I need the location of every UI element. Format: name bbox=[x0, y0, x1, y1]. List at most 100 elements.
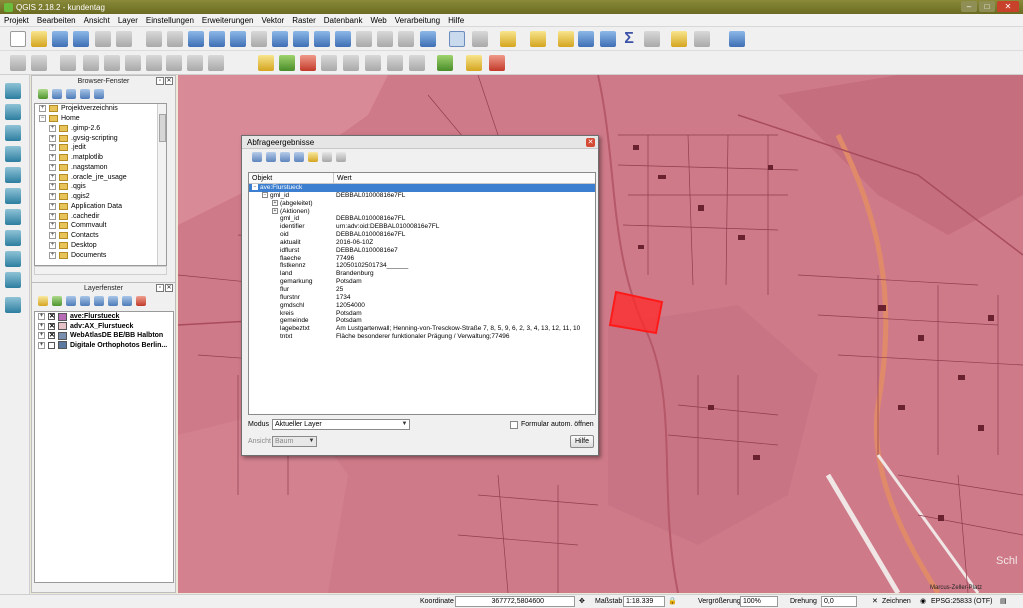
browser-item[interactable]: + .qgis bbox=[35, 182, 166, 192]
help-button[interactable]: Hilfe bbox=[570, 435, 594, 448]
expand-all-icon[interactable] bbox=[108, 296, 118, 306]
rotate-label-icon[interactable] bbox=[343, 55, 359, 71]
zoom-out-icon[interactable] bbox=[230, 31, 246, 47]
cut-features-icon[interactable] bbox=[166, 55, 182, 71]
result-row[interactable]: land Brandenburg bbox=[249, 270, 595, 278]
clear-results-icon[interactable] bbox=[294, 152, 304, 162]
browser-item[interactable]: + .qgis2 bbox=[35, 192, 166, 202]
browser-horizontal-scrollbar[interactable] bbox=[34, 266, 167, 275]
add-vector-layer-icon[interactable] bbox=[5, 83, 21, 99]
expand-toggle-icon[interactable]: + bbox=[49, 124, 56, 132]
maximize-button[interactable]: □ bbox=[979, 1, 995, 12]
save-edits-icon[interactable] bbox=[60, 55, 76, 71]
zoom-actual-size-icon[interactable] bbox=[251, 31, 267, 47]
result-row[interactable]: aktualit 2016-06-10Z bbox=[249, 239, 595, 247]
expand-toggle-icon[interactable]: + bbox=[49, 173, 56, 181]
help-contents-icon[interactable] bbox=[729, 31, 745, 47]
select-by-expression-icon[interactable] bbox=[530, 31, 546, 47]
menu-projekt[interactable]: Projekt bbox=[0, 16, 33, 25]
browser-vertical-scrollbar[interactable] bbox=[157, 104, 166, 265]
magnifier-field[interactable]: 100% bbox=[740, 596, 778, 607]
copy-feature-icon[interactable] bbox=[308, 152, 318, 162]
delete-selected-icon[interactable] bbox=[146, 55, 162, 71]
manage-themes-icon[interactable] bbox=[66, 296, 76, 306]
expand-layer-icon[interactable]: + bbox=[38, 313, 45, 321]
filter-by-expression-icon[interactable] bbox=[94, 296, 104, 306]
expand-toggle-icon[interactable]: + bbox=[39, 105, 46, 113]
menu-verarbeitung[interactable]: Verarbeitung bbox=[391, 16, 444, 25]
result-row[interactable]: flurstnr 1734 bbox=[249, 294, 595, 302]
result-row[interactable]: identifier urn:adv:oid:DEBBAL01000816e7FL bbox=[249, 223, 595, 231]
expand-toggle-icon[interactable]: + bbox=[49, 212, 56, 220]
new-shapefile-icon[interactable] bbox=[5, 251, 21, 267]
view-select[interactable]: Baum ▼ bbox=[272, 436, 317, 447]
close-window-button[interactable]: ✕ bbox=[997, 1, 1019, 12]
add-group-icon[interactable] bbox=[52, 296, 62, 306]
browser-item[interactable]: + Projektverzeichnis bbox=[35, 104, 166, 114]
close-layers-button[interactable]: ✕ bbox=[165, 284, 173, 292]
layer-styling-icon[interactable] bbox=[38, 296, 48, 306]
menu-bearbeiten[interactable]: Bearbeiten bbox=[33, 16, 80, 25]
close-dialog-button[interactable]: ✕ bbox=[586, 138, 595, 147]
add-delimited-text-icon[interactable] bbox=[5, 230, 21, 246]
expand-toggle-icon[interactable]: + bbox=[49, 222, 56, 230]
layer-item[interactable]: + ✕ adv:AX_Flurstueck bbox=[35, 322, 173, 332]
select-features-icon[interactable] bbox=[500, 31, 516, 47]
float-panel-button[interactable]: ▫ bbox=[156, 77, 164, 85]
open-project-icon[interactable] bbox=[31, 31, 47, 47]
layer-visibility-checkbox[interactable]: ✕ bbox=[48, 313, 55, 321]
result-row[interactable]: flaeche 77496 bbox=[249, 255, 595, 263]
expand-toggle-icon[interactable]: + bbox=[49, 134, 56, 142]
paste-features-icon[interactable] bbox=[208, 55, 224, 71]
browser-item[interactable]: + .matplotlib bbox=[35, 153, 166, 163]
expand-tree-icon[interactable] bbox=[252, 152, 262, 162]
copy-features-icon[interactable] bbox=[187, 55, 203, 71]
filter-legend-icon[interactable] bbox=[80, 296, 90, 306]
expand-layer-icon[interactable]: + bbox=[38, 322, 45, 330]
zoom-last-icon[interactable] bbox=[335, 31, 351, 47]
wfs-client-icon[interactable] bbox=[489, 55, 505, 71]
browser-item[interactable]: + Contacts bbox=[35, 231, 166, 241]
new-bookmark-icon[interactable] bbox=[398, 31, 414, 47]
column-object-header[interactable]: Objekt bbox=[249, 173, 334, 183]
messages-icon[interactable]: ▤ bbox=[1000, 597, 1007, 607]
identify-mode-icon[interactable] bbox=[336, 152, 346, 162]
pan-map-icon[interactable] bbox=[146, 31, 162, 47]
move-diagram-icon[interactable] bbox=[409, 55, 425, 71]
extents-toggle-icon[interactable]: ✥ bbox=[579, 597, 585, 607]
menu-vektor[interactable]: Vektor bbox=[258, 16, 289, 25]
menu-raster[interactable]: Raster bbox=[288, 16, 320, 25]
expand-toggle-icon[interactable]: + bbox=[49, 232, 56, 240]
result-row[interactable]: gml_id DEBBAL01000816e7FL bbox=[249, 215, 595, 223]
expand-toggle-icon[interactable]: + bbox=[49, 154, 56, 162]
add-raster-layer-icon[interactable] bbox=[5, 104, 21, 120]
result-row[interactable]: gmdschl 12054000 bbox=[249, 302, 595, 310]
lock-scale-icon[interactable]: 🔒 bbox=[668, 597, 677, 607]
zoom-in-icon[interactable] bbox=[209, 31, 225, 47]
browser-item[interactable]: + .jedit bbox=[35, 143, 166, 153]
zoom-next-icon[interactable] bbox=[356, 31, 372, 47]
result-row[interactable]: oid DEBBAL01000816e7FL bbox=[249, 231, 595, 239]
rotation-field[interactable]: 0,0 bbox=[821, 596, 857, 607]
zoom-to-selection-icon[interactable] bbox=[293, 31, 309, 47]
collapse-tree-icon[interactable] bbox=[266, 152, 276, 162]
map-tips-icon[interactable] bbox=[671, 31, 687, 47]
expand-toggle-icon[interactable]: + bbox=[49, 193, 56, 201]
print-composer-icon[interactable] bbox=[95, 31, 111, 47]
refresh-browser-icon[interactable] bbox=[52, 89, 62, 99]
add-spatialite-layer-icon[interactable] bbox=[5, 146, 21, 162]
menu-layer[interactable]: Layer bbox=[114, 16, 142, 25]
minimize-button[interactable]: – bbox=[961, 1, 977, 12]
attribute-table-icon[interactable] bbox=[578, 31, 594, 47]
coordinate-field[interactable]: 367772,5804600 bbox=[455, 596, 575, 607]
menu-web[interactable]: Web bbox=[366, 16, 390, 25]
auto-open-checkbox[interactable] bbox=[510, 421, 518, 429]
statistics-sigma-icon[interactable]: Σ bbox=[621, 31, 637, 47]
float-layers-button[interactable]: ▫ bbox=[156, 284, 164, 292]
properties-info-icon[interactable] bbox=[94, 89, 104, 99]
browser-item[interactable]: + .nagstamon bbox=[35, 163, 166, 173]
plugin-manager-icon[interactable] bbox=[437, 55, 453, 71]
expand-toggle-icon[interactable]: + bbox=[49, 163, 56, 171]
layer-item[interactable]: + Digitale Orthophotos Berlin... bbox=[35, 341, 173, 351]
expand-toggle-icon[interactable]: + bbox=[49, 241, 56, 249]
